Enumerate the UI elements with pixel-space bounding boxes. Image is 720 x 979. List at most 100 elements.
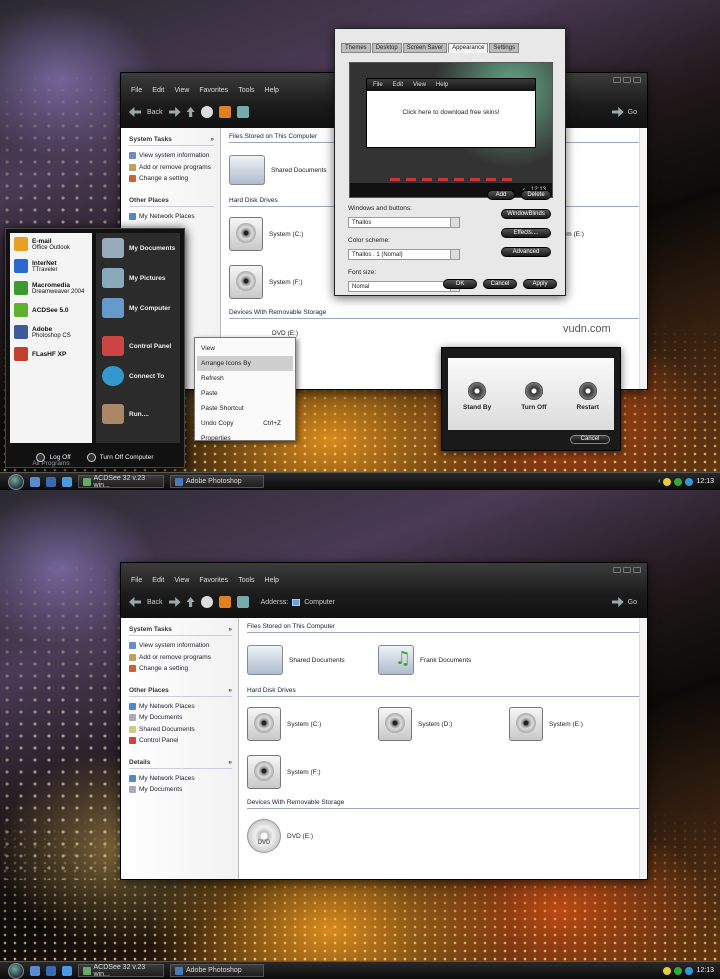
tray-network-icon[interactable] <box>674 966 683 975</box>
ctx-undo-copy[interactable]: Undo Copy Ctrl+Z <box>201 416 293 431</box>
run-command[interactable]: Run.... <box>96 399 180 429</box>
effects-button[interactable]: Effects.... <box>501 228 551 238</box>
windows-buttons-select[interactable]: Thallos <box>348 217 460 228</box>
task-photoshop[interactable]: Adobe Photoshop <box>170 964 264 977</box>
place-my-pictures[interactable]: My Pictures <box>96 263 180 293</box>
advanced-button[interactable]: Advanced <box>501 247 551 257</box>
tray-user-icon[interactable] <box>663 477 672 486</box>
scrollbar[interactable] <box>639 618 647 879</box>
menu-tools[interactable]: Tools <box>238 87 254 94</box>
color-scheme-select[interactable]: Thallos . 1 (Nomal) <box>348 249 460 260</box>
drive-e[interactable]: System (E:) <box>509 707 640 741</box>
go-button[interactable]: Go <box>611 597 637 607</box>
program-photoshop[interactable]: Adobe Photoshop CS <box>10 321 92 343</box>
start-button[interactable] <box>8 473 24 490</box>
collapse-chevron-icon[interactable]: » <box>210 136 214 143</box>
drive-f[interactable]: System (F:) <box>247 755 378 789</box>
tray-user-icon[interactable] <box>663 966 672 975</box>
menu-help[interactable]: Help <box>265 87 279 94</box>
folders-icon[interactable] <box>218 106 231 118</box>
place-network[interactable]: My Network Places <box>129 211 214 223</box>
place-my-computer[interactable]: My Computer <box>96 293 180 323</box>
turn-off-button[interactable]: Turn Off Computer <box>86 452 154 462</box>
tab-screen-saver[interactable]: Screen Saver <box>402 43 448 53</box>
address-bar[interactable]: Adderss: Computer <box>261 598 335 606</box>
back-arrow-icon[interactable] <box>129 597 141 607</box>
quicklaunch-media-icon[interactable] <box>62 965 72 976</box>
drive-d[interactable]: System (D:) <box>378 707 509 741</box>
forward-arrow-icon[interactable] <box>168 597 181 607</box>
quicklaunch-ie-icon[interactable] <box>30 965 40 976</box>
task-acdsee[interactable]: ACDSee 32 v.23 win... <box>78 475 164 489</box>
delete-button[interactable]: Delete <box>521 190 551 200</box>
drive-dvd[interactable]: DVD DVD (E:) <box>247 819 378 853</box>
start-button[interactable] <box>8 962 24 979</box>
place-shared-documents[interactable]: Shared Documents <box>129 724 232 736</box>
views-icon[interactable] <box>236 596 249 608</box>
folder-shared-documents[interactable]: Shared Documents <box>247 645 378 675</box>
go-button[interactable]: Go <box>611 107 637 117</box>
quicklaunch-media-icon[interactable] <box>62 476 72 487</box>
address-value[interactable]: Computer <box>304 599 335 606</box>
up-arrow-icon[interactable] <box>186 107 195 117</box>
task-view-system-info[interactable]: View system information <box>129 150 214 162</box>
collapse-chevron-icon[interactable]: » <box>228 759 232 766</box>
program-dreamweaver[interactable]: Macromedia Dreamweaver 2004 <box>10 277 92 299</box>
tray-volume-icon[interactable] <box>685 966 694 975</box>
ctx-paste-shortcut[interactable]: Paste Shortcut <box>201 401 293 416</box>
tray-volume-icon[interactable] <box>685 477 694 486</box>
back-label[interactable]: Back <box>147 599 163 606</box>
menu-help[interactable]: Help <box>265 577 279 584</box>
ok-button[interactable]: OK <box>443 279 477 289</box>
folder-frank-documents[interactable]: Frank Documents <box>378 645 509 675</box>
menu-tools[interactable]: Tools <box>238 577 254 584</box>
ctx-properties[interactable]: Properties <box>201 431 293 446</box>
program-internet[interactable]: InterNet TTraveler <box>10 255 92 277</box>
window-controls[interactable] <box>613 567 641 573</box>
task-photoshop[interactable]: Adobe Photoshop <box>170 475 264 488</box>
quicklaunch-ie-icon[interactable] <box>30 476 40 487</box>
views-icon[interactable] <box>236 106 249 118</box>
menu-view[interactable]: View <box>174 87 189 94</box>
task-change-setting[interactable]: Change a setting <box>129 663 232 675</box>
menu-favorites[interactable]: Favorites <box>199 577 228 584</box>
standby-button[interactable]: Stand By <box>463 382 491 430</box>
place-control-panel[interactable]: Control Panel <box>96 331 180 361</box>
up-arrow-icon[interactable] <box>186 597 195 607</box>
scrollbar[interactable] <box>639 128 647 389</box>
clock[interactable]: 12:13 <box>696 478 714 485</box>
menu-edit[interactable]: Edit <box>152 87 164 94</box>
menu-favorites[interactable]: Favorites <box>199 87 228 94</box>
place-control-panel[interactable]: Control Panel <box>129 735 232 747</box>
program-flashfxp[interactable]: FLasHF XP <box>10 343 92 365</box>
back-arrow-icon[interactable] <box>129 107 141 117</box>
turn-off-option[interactable]: Turn Off <box>521 382 546 430</box>
task-add-remove-programs[interactable]: Add or remove programs <box>129 162 214 174</box>
search-icon[interactable] <box>200 106 213 118</box>
quicklaunch-download-icon[interactable] <box>46 965 56 976</box>
menu-file[interactable]: File <box>131 87 142 94</box>
details-network[interactable]: My Network Places <box>129 773 232 785</box>
task-add-remove-programs[interactable]: Add or remove programs <box>129 652 232 664</box>
place-my-documents[interactable]: My Documents <box>96 233 180 263</box>
windowblinds-button[interactable]: WindowBlinds <box>501 209 551 219</box>
quicklaunch-download-icon[interactable] <box>46 476 56 487</box>
program-email[interactable]: E-mail Office Outlook <box>10 233 92 255</box>
ctx-refresh[interactable]: Refresh <box>201 371 293 386</box>
menu-file[interactable]: File <box>131 577 142 584</box>
drive-dvd[interactable]: DVD (E:) <box>272 330 403 337</box>
collapse-chevron-icon[interactable]: » <box>228 687 232 694</box>
search-icon[interactable] <box>200 596 213 608</box>
shutdown-cancel-button[interactable]: Cancel <box>570 435 610 444</box>
place-network[interactable]: My Network Places <box>129 701 232 713</box>
place-connect-to[interactable]: Connect To <box>96 361 180 391</box>
folders-icon[interactable] <box>218 596 231 608</box>
tray-network-icon[interactable] <box>674 477 683 486</box>
ctx-paste[interactable]: Paste <box>201 386 293 401</box>
menu-edit[interactable]: Edit <box>152 577 164 584</box>
tray-chevron-icon[interactable]: ‹ <box>658 478 660 485</box>
tab-appearance[interactable]: Appearance <box>448 43 489 53</box>
program-acdsee[interactable]: ACDSee 5.0 <box>10 299 92 321</box>
apply-button[interactable]: Apply <box>523 279 557 289</box>
forward-arrow-icon[interactable] <box>168 107 181 117</box>
